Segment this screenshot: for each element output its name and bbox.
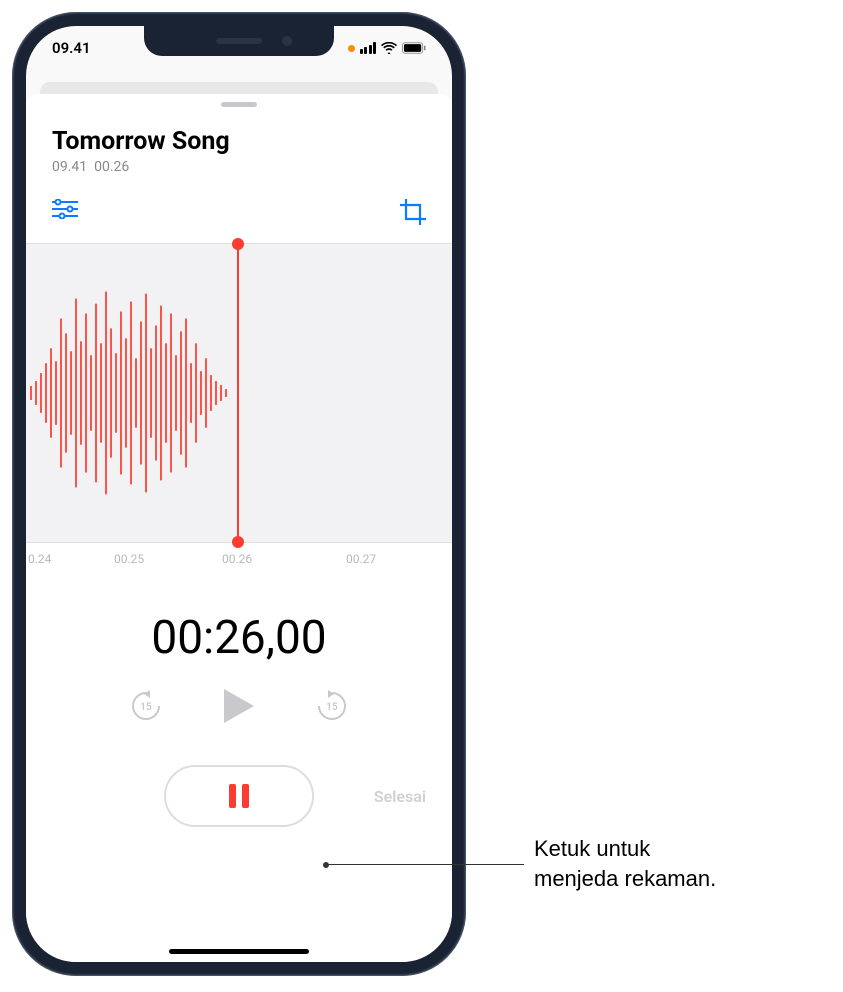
ruler-tick: 00.27: [346, 552, 376, 566]
done-button[interactable]: Selesai: [374, 787, 426, 806]
notch-camera: [282, 36, 292, 46]
pause-record-button[interactable]: [164, 765, 314, 827]
recording-duration: 00.26: [94, 159, 129, 175]
waveform-icon: [26, 244, 241, 542]
edit-toolbar: [26, 175, 452, 243]
time-ruler: 0.24 00.25 00.26 00.27: [26, 549, 452, 573]
ruler-tick: 00.26: [222, 552, 252, 566]
record-row: Selesai: [26, 765, 452, 827]
phone-frame: 09.41 Tomorrow Song: [12, 12, 466, 976]
playback-controls: 15 15: [26, 687, 452, 725]
ruler-tick: 00.25: [114, 552, 144, 566]
callout-text: Ketuk untuk menjeda rekaman.: [534, 834, 716, 893]
ruler-tick: 0.24: [28, 552, 51, 566]
notch-speaker: [216, 38, 262, 44]
playhead-handle-bottom: [232, 536, 244, 548]
status-indicators: [348, 42, 427, 54]
recording-time: 09.41: [52, 159, 87, 175]
wifi-icon: [381, 42, 397, 54]
playhead-line: [237, 244, 239, 542]
battery-icon: [402, 42, 426, 54]
skip-forward-15-icon[interactable]: 15: [314, 688, 350, 724]
sheet-grab-handle[interactable]: [221, 102, 257, 107]
elapsed-time: 00:26,00: [26, 611, 452, 665]
home-indicator[interactable]: [169, 949, 309, 954]
settings-sliders-icon[interactable]: [52, 199, 78, 219]
pause-icon: [229, 784, 249, 808]
phone-screen: 09.41 Tomorrow Song: [26, 26, 452, 962]
play-icon[interactable]: [222, 687, 256, 725]
callout-leader-line: [326, 864, 524, 865]
recording-sheet: Tomorrow Song 09.41 00.26: [26, 94, 452, 962]
device-notch: [144, 26, 334, 56]
svg-text:15: 15: [140, 702, 152, 713]
recording-meta: 09.41 00.26: [26, 159, 452, 175]
svg-text:15: 15: [326, 702, 338, 713]
trim-crop-icon[interactable]: [400, 199, 426, 225]
recording-title[interactable]: Tomorrow Song: [26, 127, 452, 156]
cellular-signal-icon: [360, 42, 377, 54]
waveform-display[interactable]: [26, 243, 452, 543]
recording-indicator-icon: [348, 45, 355, 52]
status-time: 09.41: [52, 39, 91, 57]
skip-back-15-icon[interactable]: 15: [128, 688, 164, 724]
